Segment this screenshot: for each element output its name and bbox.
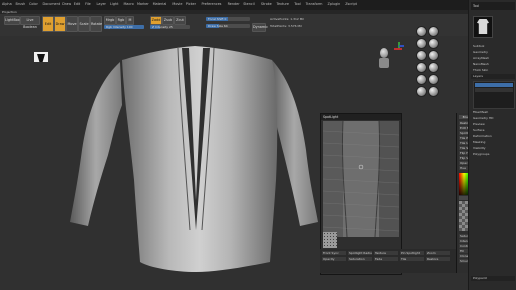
menu-item[interactable]: Zplugin bbox=[328, 2, 341, 6]
scale-button[interactable]: Scale bbox=[78, 16, 90, 32]
bt-row[interactable]: Front Sync bbox=[322, 251, 346, 255]
rd-item[interactable]: Masking bbox=[471, 140, 515, 145]
layers-list[interactable] bbox=[473, 81, 515, 109]
menu-item[interactable]: Document bbox=[43, 2, 61, 6]
bt-row[interactable]: Pin Spotlight bbox=[400, 251, 424, 255]
bt-row[interactable]: Fade bbox=[374, 257, 398, 261]
rgb-button[interactable]: Rgb bbox=[116, 16, 126, 25]
edit-button[interactable]: Edit bbox=[42, 16, 54, 32]
texture-thumbnail[interactable] bbox=[323, 232, 337, 248]
lightbox-button[interactable]: LightBox bbox=[4, 16, 20, 25]
brush-standard-icon[interactable] bbox=[416, 26, 427, 37]
live-boolean-button[interactable]: Live Boolean bbox=[20, 16, 40, 29]
rd-item[interactable]: NanoMesh bbox=[471, 62, 515, 67]
menu-item[interactable]: Color bbox=[29, 2, 38, 6]
rgb-intensity-slider[interactable]: Rgb Intensity 100 bbox=[104, 25, 144, 29]
menu-item[interactable]: Draw bbox=[62, 2, 71, 6]
menu-item[interactable]: Zscript bbox=[345, 2, 357, 6]
spotlight-texture[interactable] bbox=[323, 121, 399, 237]
menu-item[interactable]: Material bbox=[153, 2, 167, 6]
menu-item[interactable]: Brush bbox=[16, 2, 26, 6]
top-toolbar: LightBox Live Boolean Edit Draw Move Sca… bbox=[0, 14, 468, 37]
brush-snake-icon[interactable] bbox=[416, 86, 427, 97]
zsub-button[interactable]: Zsub bbox=[162, 16, 174, 25]
menu-item[interactable]: Macro bbox=[124, 2, 134, 6]
brush-trim-icon[interactable] bbox=[416, 74, 427, 85]
layer-row[interactable] bbox=[475, 88, 513, 92]
layer-row-selected[interactable] bbox=[475, 83, 513, 87]
menu-item[interactable]: Light bbox=[110, 2, 118, 6]
rd-item[interactable]: Polygroups bbox=[471, 152, 515, 157]
spotlight-title: SpotLight bbox=[321, 114, 401, 120]
rd-item[interactable]: Thick Skin bbox=[471, 68, 515, 73]
brush-clay-icon[interactable] bbox=[428, 26, 439, 37]
brush-shelf bbox=[414, 26, 444, 108]
focal-shift-slider[interactable]: Focal Shift 0 bbox=[206, 17, 250, 21]
menu-item[interactable]: Stencil bbox=[243, 2, 254, 6]
rd-item[interactable]: Visibility bbox=[471, 146, 515, 151]
menu-item[interactable]: Layer bbox=[97, 2, 106, 6]
zadd-button[interactable]: Zadd bbox=[150, 16, 162, 25]
rd-item[interactable]: FiberMesh bbox=[471, 110, 515, 115]
brush-pinch-icon[interactable] bbox=[428, 50, 439, 61]
menu-item[interactable]: Transform bbox=[306, 2, 323, 6]
draw-button[interactable]: Draw bbox=[54, 16, 66, 32]
menu-item[interactable]: Movie bbox=[172, 2, 182, 6]
bt-row[interactable]: Texture bbox=[374, 251, 398, 255]
neck-icon bbox=[379, 58, 389, 68]
bt-row[interactable]: Zoom bbox=[426, 251, 450, 255]
brush-hpolish-icon[interactable] bbox=[428, 74, 439, 85]
draw-size-slider[interactable]: Draw Size 64 bbox=[206, 24, 250, 28]
rd-item[interactable]: Subtool bbox=[471, 44, 515, 49]
bt-row[interactable]: Tile bbox=[400, 257, 424, 261]
bt-row[interactable]: Restore bbox=[426, 257, 450, 261]
brush-inflate-icon[interactable] bbox=[416, 50, 427, 61]
menu-item[interactable]: Marker bbox=[137, 2, 149, 6]
menu-item[interactable]: Render bbox=[228, 2, 240, 6]
menu-item[interactable]: File bbox=[85, 2, 91, 6]
tool-palette-header: Tool bbox=[471, 2, 515, 10]
bt-row[interactable]: Spotlight Radius bbox=[348, 251, 372, 255]
spotlight-bottom-bar: Front Sync Spotlight Radius Texture Pin … bbox=[320, 249, 456, 273]
rd-item[interactable]: Surface bbox=[471, 128, 515, 133]
right-tool-dock: Tool Subtool Geometry ArrayMesh NanoMesh… bbox=[468, 0, 516, 290]
brush-flatten-icon[interactable] bbox=[428, 62, 439, 73]
menu-bar: Alpha Brush Color Document Draw Edit File Layer… bbox=[0, 0, 516, 10]
brush-claytubes-icon[interactable] bbox=[428, 86, 439, 97]
rd-item[interactable]: Geometry HD bbox=[471, 116, 515, 121]
rotate-button[interactable]: Rotate bbox=[90, 16, 102, 32]
rd-item[interactable]: Deformation bbox=[471, 134, 515, 139]
total-points: TotalPoints: 3.576 Mil bbox=[270, 24, 302, 28]
rd-item[interactable]: Layers bbox=[471, 74, 515, 79]
z-intensity-slider[interactable]: Z Intensity 25 bbox=[150, 25, 190, 29]
menu-item[interactable]: Tool bbox=[294, 2, 301, 6]
dynamic-button[interactable]: Dynamic bbox=[252, 23, 268, 32]
bt-row[interactable]: Saturation bbox=[348, 257, 372, 261]
menu-item[interactable]: Picker bbox=[186, 2, 196, 6]
head-model-thumbnail[interactable] bbox=[378, 48, 390, 72]
bt-row[interactable]: Opacity bbox=[322, 257, 346, 261]
rd-item[interactable]: Geometry bbox=[471, 50, 515, 55]
menu-item[interactable]: Alpha bbox=[2, 2, 12, 6]
rd-item[interactable]: ArrayMesh bbox=[471, 56, 515, 61]
menu-item[interactable]: Preferences bbox=[202, 2, 222, 6]
brush-move-icon[interactable] bbox=[416, 38, 427, 49]
mrgb-button[interactable]: Mrgb bbox=[104, 16, 116, 25]
navigation-gizmo-icon[interactable] bbox=[394, 42, 404, 54]
brush-smooth-icon[interactable] bbox=[416, 62, 427, 73]
menu-item[interactable]: Stroke bbox=[261, 2, 272, 6]
menu-item[interactable]: Edit bbox=[74, 2, 81, 6]
m-button[interactable]: M bbox=[126, 16, 134, 25]
brush-damstandard-icon[interactable] bbox=[428, 38, 439, 49]
move-button[interactable]: Move bbox=[66, 16, 78, 32]
rd-item[interactable]: Preview bbox=[471, 122, 515, 127]
tool-thumbnail[interactable] bbox=[473, 16, 493, 38]
polypaint-section[interactable]: Polypaint bbox=[471, 276, 515, 281]
head-icon bbox=[380, 48, 388, 58]
zcut-button[interactable]: Zcut bbox=[174, 16, 186, 25]
active-points: ActivePoints: 1.312 Mil bbox=[270, 17, 305, 21]
menu-item[interactable]: Texture bbox=[277, 2, 289, 6]
